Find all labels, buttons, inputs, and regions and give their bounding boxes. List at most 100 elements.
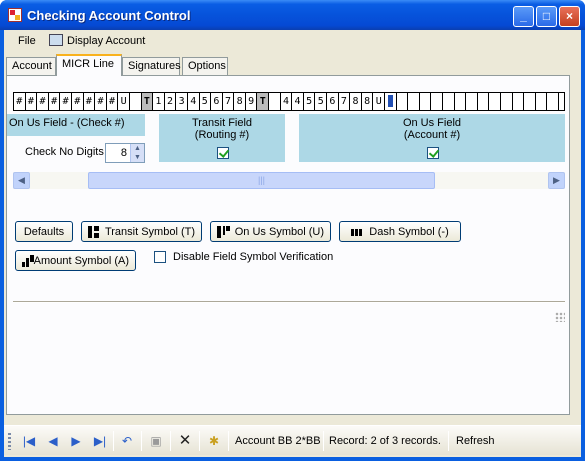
- check-field-header: On Us Field - (Check #): [7, 114, 145, 136]
- account-label: Account BB 2*BB: [235, 435, 321, 447]
- micr-cell[interactable]: 3: [176, 93, 188, 110]
- delete-icon[interactable]: ✕: [177, 433, 193, 449]
- micr-cell[interactable]: 6: [211, 93, 223, 110]
- scroll-left-icon[interactable]: ◀: [13, 172, 30, 189]
- micr-cell[interactable]: 8: [350, 93, 362, 110]
- undo-icon[interactable]: ↶: [119, 433, 135, 449]
- minimize-button[interactable]: _: [513, 6, 534, 27]
- micr-line-editor[interactable]: # # # # # # # # # U T 1 2 3 4 5 6 7 8 9 T 4 4 5 5 6 7 8 8 U: [13, 92, 565, 111]
- main-window: Checking Account Control _ □ × File Disp…: [0, 0, 585, 461]
- micr-cell[interactable]: #: [95, 93, 107, 110]
- micr-cell[interactable]: [489, 93, 501, 110]
- micr-cell[interactable]: #: [60, 93, 72, 110]
- save-icon[interactable]: ▣: [148, 433, 164, 449]
- amount-symbol-button[interactable]: Amount Symbol (A): [15, 250, 136, 271]
- close-button[interactable]: ×: [559, 6, 580, 27]
- move-previous-icon[interactable]: ◀: [45, 433, 61, 449]
- micr-cell[interactable]: 8: [362, 93, 374, 110]
- toolstrip-separator: [199, 431, 200, 451]
- micr-cell[interactable]: 1: [153, 93, 165, 110]
- disable-verification-label[interactable]: Disable Field Symbol Verification: [173, 251, 333, 263]
- micr-cell[interactable]: [466, 93, 478, 110]
- micr-cell[interactable]: [478, 93, 490, 110]
- micr-cell[interactable]: [431, 93, 443, 110]
- micr-cell[interactable]: [408, 93, 420, 110]
- micr-cell[interactable]: [501, 93, 513, 110]
- micr-cell[interactable]: [385, 93, 397, 110]
- micr-cell[interactable]: 8: [234, 93, 246, 110]
- dash-symbol-button[interactable]: Dash Symbol (-): [339, 221, 461, 242]
- tab-signatures[interactable]: Signatures: [122, 57, 181, 75]
- menu-file[interactable]: File: [18, 35, 36, 47]
- micr-cell[interactable]: 4: [188, 93, 200, 110]
- micr-cell[interactable]: 4: [281, 93, 293, 110]
- tab-account[interactable]: Account: [6, 57, 56, 75]
- refresh-button[interactable]: Refresh: [456, 435, 495, 447]
- amount-symbol-icon: [22, 254, 34, 267]
- micr-cell[interactable]: [524, 93, 536, 110]
- micr-cell[interactable]: T: [141, 93, 154, 110]
- menu-display-account[interactable]: Display Account: [67, 35, 145, 47]
- micr-cell[interactable]: 7: [223, 93, 235, 110]
- micr-cell[interactable]: [536, 93, 548, 110]
- toolstrip-separator: [448, 431, 449, 451]
- micr-cell[interactable]: [269, 93, 281, 110]
- micr-cell[interactable]: [455, 93, 467, 110]
- micr-cell[interactable]: [397, 93, 409, 110]
- micr-cell[interactable]: #: [84, 93, 96, 110]
- disable-verification-checkbox[interactable]: [154, 251, 166, 263]
- horizontal-scrollbar[interactable]: ◀ ||| ▶: [13, 172, 565, 189]
- move-last-icon[interactable]: ▶|: [92, 433, 108, 449]
- micr-cell[interactable]: #: [49, 93, 61, 110]
- micr-cell[interactable]: [513, 93, 525, 110]
- window-title: Checking Account Control: [27, 8, 191, 23]
- check-digits-stepper[interactable]: 8 ▲ ▼: [105, 143, 145, 163]
- tab-options[interactable]: Options: [182, 57, 228, 75]
- toolstrip-grip-icon[interactable]: [8, 433, 11, 450]
- check-digits-label: Check No Digits: [25, 146, 104, 158]
- micr-cell[interactable]: #: [107, 93, 119, 110]
- micr-cell[interactable]: #: [26, 93, 38, 110]
- tab-micr-line[interactable]: MICR Line: [56, 54, 122, 76]
- micr-cell[interactable]: 5: [304, 93, 316, 110]
- stepper-up-icon[interactable]: ▲: [131, 144, 144, 153]
- move-next-icon[interactable]: ▶: [68, 433, 84, 449]
- display-account-icon: [49, 34, 63, 46]
- micr-cell[interactable]: U: [373, 93, 385, 110]
- scroll-right-icon[interactable]: ▶: [548, 172, 565, 189]
- stepper-buttons[interactable]: ▲ ▼: [130, 144, 144, 162]
- dash-symbol-icon: [351, 226, 364, 238]
- move-first-icon[interactable]: |◀: [21, 433, 37, 449]
- micr-cell[interactable]: T: [257, 93, 270, 110]
- check-digits-value: 8: [120, 147, 127, 159]
- micr-cell[interactable]: 6: [327, 93, 339, 110]
- transit-field-title: Transit Field: [191, 117, 253, 129]
- add-new-icon[interactable]: ✱: [206, 433, 222, 449]
- micr-cell[interactable]: [420, 93, 432, 110]
- micr-cell[interactable]: U: [118, 93, 130, 110]
- transit-symbol-label: Transit Symbol (T): [104, 225, 195, 238]
- scroll-thumb[interactable]: |||: [88, 172, 435, 189]
- micr-cell[interactable]: 5: [200, 93, 212, 110]
- resize-grip-icon[interactable]: [555, 312, 565, 322]
- title-bar[interactable]: Checking Account Control _ □ ×: [0, 0, 585, 30]
- micr-cell[interactable]: 7: [339, 93, 351, 110]
- transit-symbol-icon: [88, 225, 100, 238]
- micr-cell[interactable]: #: [14, 93, 26, 110]
- maximize-button[interactable]: □: [536, 6, 557, 27]
- micr-cell[interactable]: [443, 93, 455, 110]
- onus-symbol-button[interactable]: On Us Symbol (U): [210, 221, 331, 242]
- micr-cell[interactable]: [547, 93, 559, 110]
- defaults-button[interactable]: Defaults: [15, 221, 73, 242]
- micr-cell[interactable]: 2: [165, 93, 177, 110]
- micr-cell[interactable]: 4: [292, 93, 304, 110]
- micr-cell[interactable]: #: [37, 93, 49, 110]
- transit-field-checkbox[interactable]: [217, 147, 229, 159]
- micr-cell[interactable]: 5: [315, 93, 328, 110]
- micr-cell[interactable]: [130, 93, 142, 110]
- micr-cell[interactable]: 9: [246, 93, 258, 110]
- micr-cell[interactable]: #: [72, 93, 84, 110]
- transit-symbol-button[interactable]: Transit Symbol (T): [81, 221, 202, 242]
- stepper-down-icon[interactable]: ▼: [131, 153, 144, 162]
- onus-field-checkbox[interactable]: [427, 147, 439, 159]
